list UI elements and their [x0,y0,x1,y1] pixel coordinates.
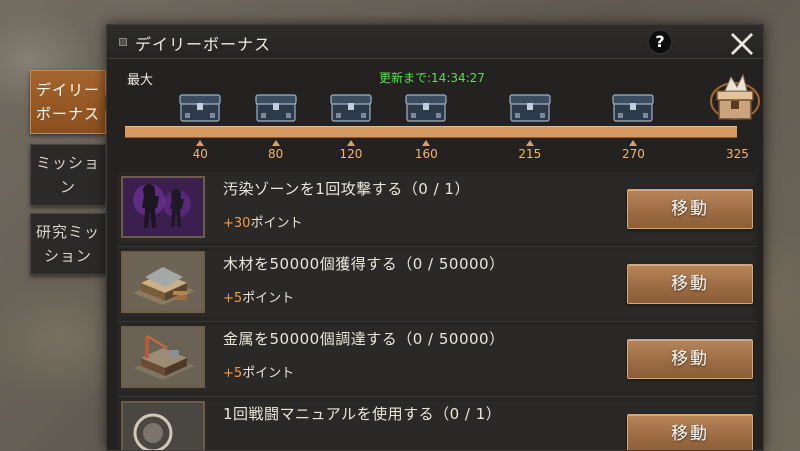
zombies-icon [121,176,205,238]
task-title: 木材を50000個獲得する（0 / 50000） [223,255,505,273]
milestone-label: 160 [414,147,438,161]
header-bullet-icon [119,38,127,46]
close-icon [730,32,754,56]
tab-research-missions-label: 研究ミッション [35,223,100,265]
chest-icon [330,94,372,122]
milestone-marker-icon [271,140,280,146]
task-title: 1回戦闘マニュアルを使用する（0 / 1） [223,405,502,423]
task-title: 金属を50000個調達する（0 / 50000） [223,330,505,348]
final-reward-chest[interactable] [707,69,763,129]
task-reward-unit: ポイント [250,216,303,231]
move-button[interactable]: 移動 [627,189,753,229]
list-item: 汚染ゾーンを1回攻撃する（0 / 1） +30ポイント 移動 [117,172,757,247]
milestone-chest[interactable] [610,91,656,122]
milestone-chest[interactable] [507,91,553,122]
task-reward: +5ポイント [223,287,294,306]
task-reward-points: +5 [223,366,243,381]
milestone-label: 120 [339,147,363,161]
points-progress-bar [125,126,737,138]
chest-icon [255,94,297,122]
milestone-marker-icon [525,140,534,146]
milestone-marker-icon [422,140,431,146]
task-reward-unit: ポイント [242,291,295,306]
move-button[interactable]: 移動 [627,264,753,304]
tab-daily-bonus-label: デイリーボーナス [35,81,100,123]
close-button[interactable] [727,29,757,59]
task-reward: +30ポイント [223,212,302,231]
max-label: 最大 [127,73,154,88]
milestone-marker-icon [196,140,205,146]
milestone-label: 40 [192,147,208,161]
list-item: 金属を50000個調達する（0 / 50000） +5ポイント 移動 [117,322,757,397]
tab-missions[interactable]: ミッション [30,144,106,206]
milestone-label: 270 [621,147,645,161]
tab-missions-label: ミッション [35,154,100,196]
tab-daily-bonus[interactable]: デイリーボーナス [30,70,114,134]
task-title: 汚染ゾーンを1回攻撃する（0 / 1） [223,180,470,198]
task-reward: +5ポイント [223,362,294,381]
milestone-chest[interactable] [253,91,299,122]
milestone-label: 215 [518,147,542,161]
move-button[interactable]: 移動 [627,339,753,379]
task-list: 汚染ゾーンを1回攻撃する（0 / 1） +30ポイント 移動 木材を50000個… [117,172,757,450]
tab-research-missions[interactable]: 研究ミッション [30,213,106,275]
milestone-chest[interactable] [403,91,449,122]
chest-icon [179,94,221,122]
chest-icon [509,94,551,122]
milestone-marker-icon [629,140,638,146]
milestone-chest[interactable] [328,91,374,122]
sawmill-icon [121,251,205,313]
final-chest-icon [710,73,760,120]
list-item: 木材を50000個獲得する（0 / 50000） +5ポイント 移動 [117,247,757,322]
panel-title: デイリーボーナス [135,35,272,54]
task-reward-points: +30 [223,216,251,231]
metal-factory-icon [121,326,205,388]
task-reward-points: +5 [223,291,243,306]
milestone-label-final: 325 [726,147,749,161]
panel-header: デイリーボーナス ? [107,25,763,59]
refresh-timer: 更新まで:14:34:27 [379,71,485,85]
milestone-marker-icon [346,140,355,146]
move-button[interactable]: 移動 [627,414,753,450]
chest-icon [612,94,655,122]
milestone-chest[interactable] [177,91,223,122]
manual-icon [121,401,205,450]
task-reward-unit: ポイント [242,366,295,381]
milestone-label: 80 [268,147,284,161]
help-button[interactable]: ? [647,29,673,55]
chest-icon [405,94,447,122]
list-item: 1回戦闘マニュアルを使用する（0 / 1） 移動 [117,397,757,450]
daily-bonus-panel: デイリーボーナス ? 最大 更新まで:14:34:27 40 80 120 160 21… [106,24,764,451]
